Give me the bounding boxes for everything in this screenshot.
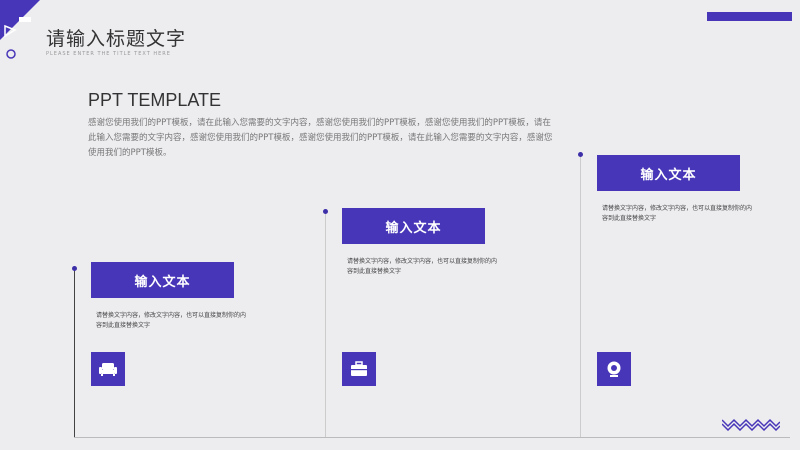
sofa-icon [99, 363, 117, 376]
timeline-dot-2 [323, 209, 328, 214]
card-1-description: 请替换文字内容，修改文字内容，也可以直接复制你的内容到此直接替换文字 [96, 312, 247, 329]
top-accent-bar [707, 12, 792, 21]
webcam-icon [607, 361, 621, 377]
timeline-dot-1 [72, 266, 77, 271]
briefcase-icon [351, 361, 367, 376]
timeline-line-3 [580, 156, 581, 437]
card-1-icon-box [91, 352, 125, 386]
page-title: 请输入标题文字 [46, 28, 187, 50]
timeline-line-1 [74, 269, 75, 437]
timeline-dot-3 [578, 152, 583, 157]
slide: 请输入标题文字 PLEASE ENTER THE TITLE TEXT HERE… [0, 0, 800, 450]
template-paragraph: 感谢您使用我们的PPT模板，请在此输入您需要的文字内容，感谢您使用我们的PPT模… [88, 118, 553, 158]
card-3-description: 请替换文字内容，修改文字内容，也可以直接复制你的内容到此直接替换文字 [602, 205, 753, 222]
card-2-icon-box [342, 352, 376, 386]
template-heading: PPT TEMPLATE [88, 90, 222, 110]
timeline-line-2 [325, 213, 326, 437]
timeline-baseline [74, 437, 790, 438]
zigzag-decoration [722, 418, 780, 431]
page-subtitle: PLEASE ENTER THE TITLE TEXT HERE [46, 51, 171, 57]
card-2-label-box: 输入文本 [342, 208, 485, 244]
card-1-label-box: 输入文本 [91, 262, 234, 298]
corner-decoration [0, 0, 40, 59]
card-3-icon-box [597, 352, 631, 386]
card-2-description: 请替换文字内容，修改文字内容，也可以直接复制你的内容到此直接替换文字 [347, 258, 498, 275]
card-3-label-box: 输入文本 [597, 155, 740, 191]
